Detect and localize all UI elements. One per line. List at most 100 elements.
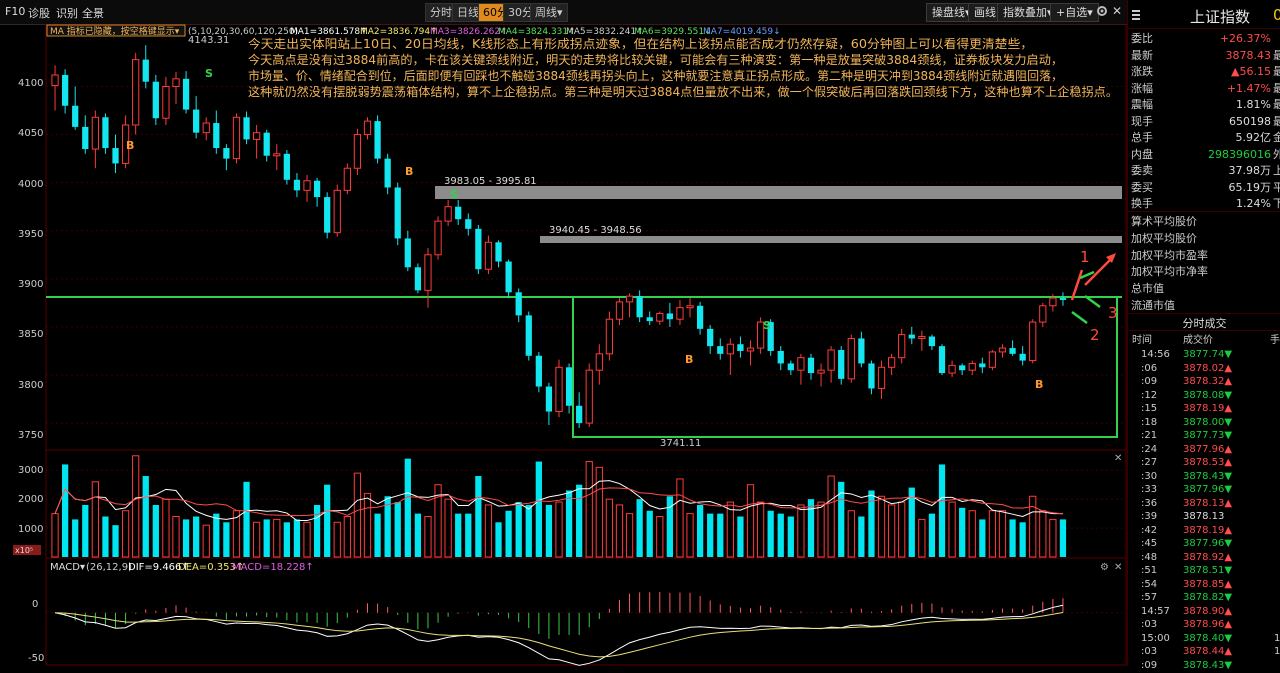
candle-body [51, 74, 59, 87]
quote-key: 震幅 [1131, 98, 1153, 111]
volume-bar [887, 504, 896, 558]
price-tick: 3750 [18, 430, 43, 441]
volume-bar [91, 481, 99, 558]
candle-body [82, 126, 89, 150]
candle-body [132, 59, 140, 126]
macd-axis: 0 -50 [28, 599, 44, 664]
macd-settings-icon[interactable]: ⚙ [1100, 562, 1109, 573]
quote-extra: 最 [1273, 48, 1280, 62]
volume-bar [605, 498, 614, 558]
volume-bars [51, 455, 1067, 558]
settings-icon[interactable] [1095, 4, 1109, 18]
quote-row: 最新 3878.43 最 [1131, 47, 1280, 64]
quote-value: 65.19万 [1228, 180, 1272, 194]
candle-body [273, 153, 281, 157]
candle-body [162, 86, 170, 119]
volume-bar [193, 516, 200, 557]
quote-key: 总手 [1131, 131, 1153, 144]
resistance-zone-2 [540, 236, 1122, 243]
index-code-partial: 0 [1273, 6, 1280, 24]
volume-bar [1049, 518, 1057, 558]
tool-recognize[interactable]: 识别 [56, 5, 78, 21]
quote-key: 内盘 [1131, 147, 1153, 161]
candle-body [363, 120, 372, 136]
period-tab-week[interactable]: 周线▾ [530, 3, 568, 22]
annotation-line-1: 今天走出实体阳站上10日、20日均线，K线形态上有形成拐点迹象，但在结构上该拐点… [248, 36, 1033, 51]
volume-bar [615, 504, 624, 558]
macd-selector[interactable]: MACD▾ [50, 562, 85, 573]
resistance-zone-1 [435, 186, 1122, 199]
volume-bar [324, 484, 331, 557]
volume-bar [555, 501, 563, 558]
candle-body [223, 148, 230, 159]
scenario-arrow-1 [1070, 269, 1084, 301]
menu-icon[interactable] [1132, 9, 1140, 21]
candle-body [434, 220, 442, 256]
volume-close-icon[interactable]: ✕ [1114, 453, 1122, 464]
candle-body [868, 363, 875, 389]
volume-bar [717, 513, 724, 557]
candle-body [1029, 321, 1037, 362]
macd-header: MACD▾ (26,12,9) DIF=9.466↑ DEA=0.353↑ MA… [50, 562, 314, 573]
candle-body [102, 117, 109, 149]
candle-body [112, 148, 119, 164]
macd-params: (26,12,9) [86, 562, 132, 573]
candle-body [182, 78, 190, 110]
volume-bar [979, 519, 986, 557]
volume-bar [817, 501, 825, 558]
candle-body [414, 267, 422, 291]
volume-bar [1019, 522, 1026, 557]
divider [1128, 211, 1280, 212]
volume-bar [112, 525, 119, 557]
zone-1-label: 3983.05 - 3995.81 [444, 176, 537, 187]
quote-extra: 最 [1273, 65, 1280, 78]
tool-diagnose[interactable]: 诊股 [28, 5, 50, 21]
volume-bar [525, 504, 532, 557]
candle-body [72, 105, 79, 127]
volume-bar [465, 513, 472, 557]
volume-bar [565, 490, 573, 557]
volume-bar [51, 513, 59, 558]
quote-title-bar: 上证指数 0 [1130, 4, 1280, 26]
quote-key: 委买 [1131, 180, 1153, 194]
volume-bar [202, 524, 210, 558]
sell-marker: S [763, 319, 771, 332]
candle-body [717, 346, 724, 354]
volume-bar [132, 455, 140, 558]
volume-bar [767, 510, 774, 557]
candle-body [676, 307, 684, 320]
tool-f10[interactable]: F10 [5, 5, 25, 18]
ma7-value: MA7=4019.459↓ [703, 27, 781, 37]
tool-panorama[interactable]: 全景 [82, 5, 104, 21]
volume-bar [363, 492, 372, 558]
price-tick: 3950 [18, 229, 43, 240]
price-tick: 4000 [18, 179, 43, 190]
quote-extra: 上 [1273, 164, 1280, 177]
candle-body [777, 350, 784, 364]
candle-body [746, 347, 755, 352]
quote-row: 委卖 37.98万上 [1131, 162, 1280, 179]
volume-unit: x10⁵ [15, 546, 33, 555]
ma-values-bar: (5,10,20,30,60,120,250) MA1=3861.578↑ MA… [188, 27, 781, 37]
close-icon[interactable]: ✕ [1112, 4, 1122, 18]
candle-body [91, 116, 99, 150]
candle-body [455, 206, 462, 220]
add-watchlist-button[interactable]: +自选▾ [1050, 3, 1099, 22]
quote-extra: 最 [1273, 114, 1280, 128]
candle-body [515, 292, 522, 316]
quote-row: 委买 65.19万平 [1131, 179, 1280, 196]
candle-body [847, 337, 855, 380]
volume-bar [1059, 519, 1067, 557]
macd-close-icon[interactable]: ✕ [1114, 562, 1122, 573]
quote-value: 1.81% [1236, 98, 1271, 111]
candle-body [404, 238, 411, 268]
candle-body [605, 318, 614, 355]
volume-bar [353, 472, 362, 558]
candle-body [384, 158, 391, 188]
candle-body [202, 122, 210, 134]
ticks-header-price: 成交价 [1183, 335, 1213, 346]
candle-body [807, 357, 815, 374]
kline-chart[interactable]: 4100 4050 4000 3950 3900 3850 3800 3750 … [0, 24, 1127, 666]
volume-bar [455, 513, 462, 557]
candle-body [505, 261, 512, 293]
